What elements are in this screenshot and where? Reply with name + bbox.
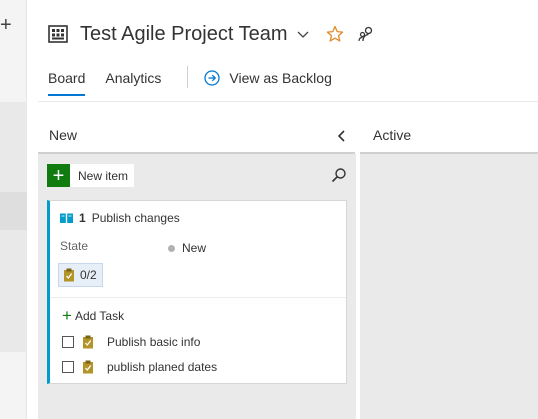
card-divider [50,297,346,298]
work-item-title[interactable]: Publish changes [92,211,180,225]
state-field-value[interactable]: New [168,241,206,255]
plus-icon: + [47,164,70,187]
view-as-backlog-label: View as Backlog [229,70,332,86]
column-header-new: New [38,118,355,154]
team-title-row: Test Agile Project Team [48,20,374,48]
new-item-label: New item [78,168,129,183]
state-dot-icon [168,244,175,252]
clipboard-icon [64,268,74,282]
task-checkbox[interactable] [62,336,74,348]
state-value-text: New [182,241,207,255]
child-task-row: Publish basic info [62,335,200,349]
nav-rail-band-selected[interactable] [0,192,27,230]
clipboard-icon [83,360,93,374]
work-item-card[interactable]: 1 Publish changes State New 0/2 + Add Ta… [47,200,347,384]
nav-rail-band [0,102,27,192]
nav-rail-band [0,230,27,352]
add-task-label: Add Task [74,308,125,323]
task-progress-text: 0/2 [80,268,97,282]
people-icon[interactable] [357,26,374,42]
circle-arrow-icon [204,70,221,86]
add-icon[interactable]: + [0,14,14,36]
column-title-active: Active [373,127,412,143]
tab-bar: Board Analytics View as Backlog [48,66,332,102]
state-field-label: State [60,239,89,253]
column-header-active: Active [360,118,538,154]
chevron-down-icon[interactable] [296,27,310,41]
work-item-id: 1 [79,211,86,225]
child-task-row: publish planed dates [62,360,217,374]
new-item-button[interactable]: + New item [47,164,135,187]
star-icon[interactable] [326,25,344,43]
team-name[interactable]: Test Agile Project Team [80,23,288,46]
view-as-backlog-link[interactable]: View as Backlog [204,66,332,90]
column-divider [356,118,359,419]
add-task-button[interactable]: + Add Task [62,307,124,324]
task-progress-badge[interactable]: 0/2 [58,263,103,287]
chevron-left-icon[interactable] [335,128,349,144]
card-title-row: 1 Publish changes [59,211,180,225]
clipboard-icon [83,335,93,349]
plus-icon: + [62,306,72,325]
column-title-new: New [49,127,78,143]
tab-separator [187,66,189,88]
task-title[interactable]: publish planed dates [107,360,217,374]
kanban-board: New Active + New item 1 Publish changes … [38,118,538,419]
left-nav-rail: + [0,0,27,419]
page-header: Test Agile Project Team Board Analytics … [38,0,538,102]
task-checkbox[interactable] [62,361,74,373]
search-icon[interactable] [331,167,347,183]
column-active-body [360,154,538,419]
book-icon [60,213,73,223]
tab-board[interactable]: Board [48,66,86,96]
team-grid-icon [48,25,68,43]
task-title[interactable]: Publish basic info [107,335,200,349]
column-new-body: + New item 1 Publish changes State New 0… [38,154,356,419]
tab-analytics[interactable]: Analytics [105,66,161,96]
